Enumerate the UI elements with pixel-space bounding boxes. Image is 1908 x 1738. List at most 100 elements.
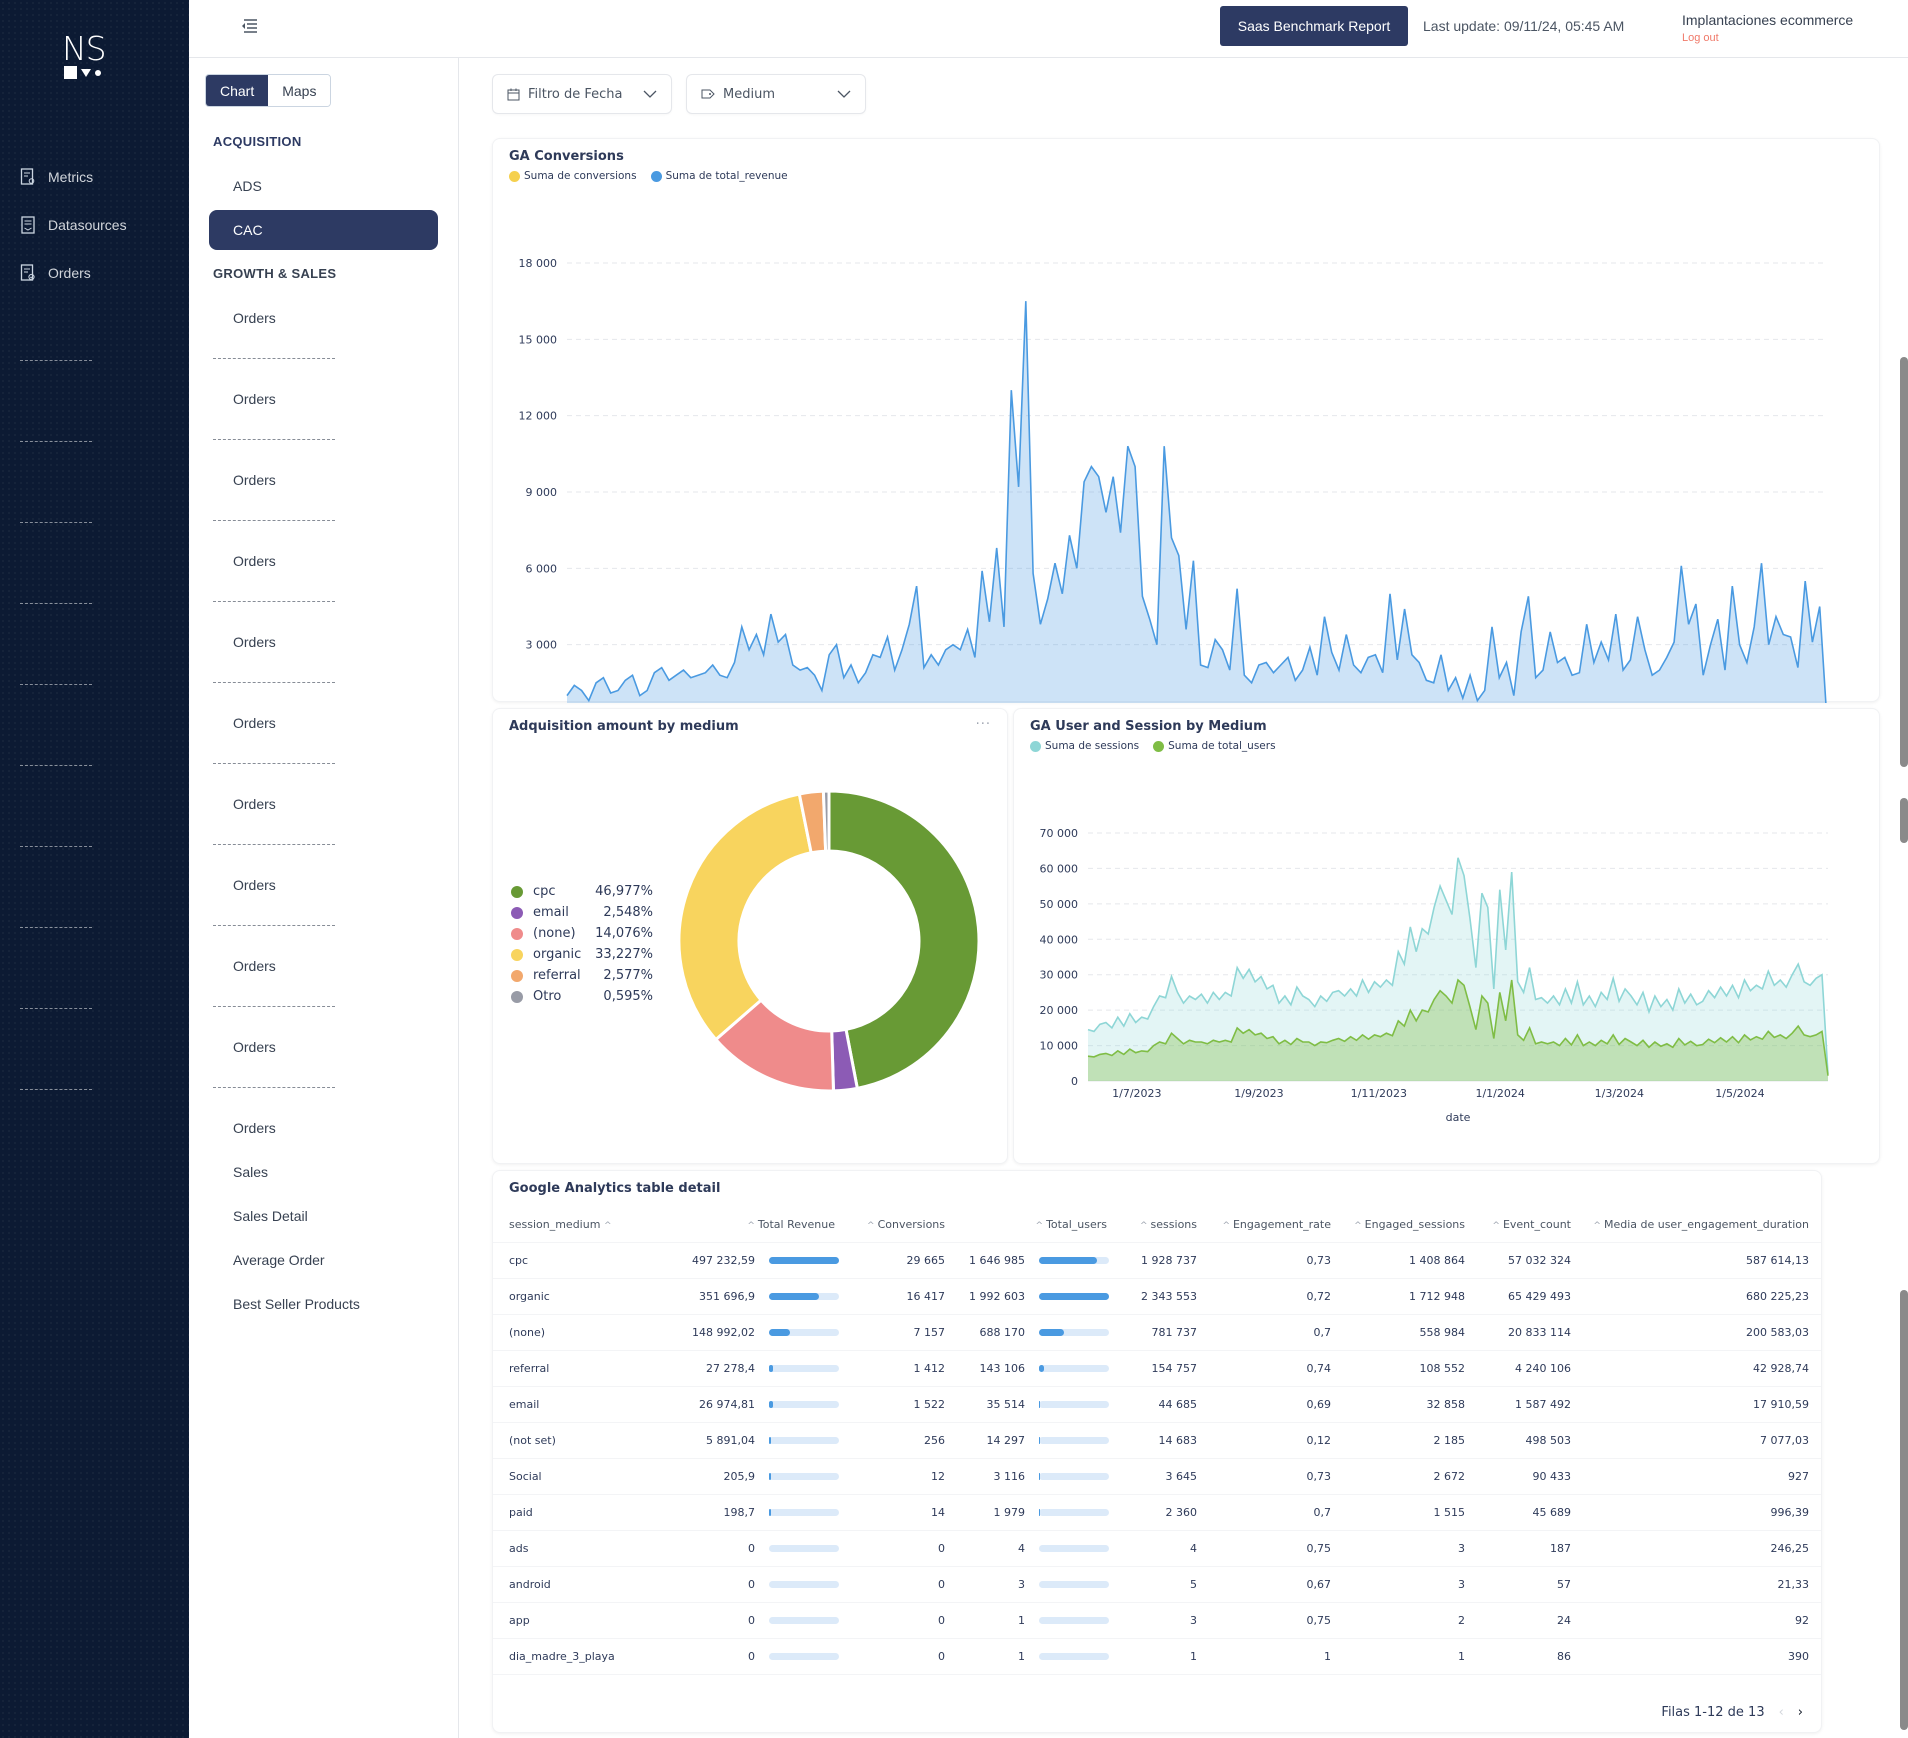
table-row[interactable]: organic 351 696,9 16 417 1 992 603 2 343 553…	[493, 1279, 1821, 1315]
subnav-item-orders[interactable]: Orders	[233, 1120, 276, 1136]
subnav-item-orders[interactable]: Orders	[233, 553, 276, 569]
clipped-section-heading	[213, 925, 335, 928]
y-tick-label: 15 000	[519, 333, 558, 346]
y-tick-label: 12 000	[519, 410, 558, 423]
column-header-total-users[interactable]: ^ Total_users	[949, 1218, 1111, 1231]
cell-sessions: 3 645	[1165, 1470, 1198, 1483]
users-bar-fill	[1039, 1401, 1041, 1408]
cell-event-count: 45 689	[1532, 1506, 1572, 1519]
collapse-menu-icon[interactable]	[239, 17, 259, 35]
revenue-bar-fill	[769, 1473, 772, 1480]
column-header-event-count[interactable]: ^ Event_count	[1469, 1218, 1575, 1231]
subnav-item-orders[interactable]: Orders	[233, 1039, 276, 1055]
users-bar-track	[1039, 1401, 1109, 1408]
subnav-item-orders[interactable]: Orders	[233, 634, 276, 650]
cell-total-revenue: 27 278,4	[706, 1362, 755, 1375]
adquisition-donut-chart[interactable]	[493, 709, 1009, 1165]
last-update-text: Last update: 09/11/24, 05:45 AM	[1423, 18, 1625, 34]
table-row[interactable]: Social 205,9 12 3 116 3 645 0,73 2 672 90 433 92…	[493, 1459, 1821, 1495]
table-row[interactable]: (none) 148 992,02 7 157 688 170 781 737 0,7 55…	[493, 1315, 1821, 1351]
nav-item-orders[interactable]: Orders	[20, 264, 91, 282]
previous-page-button[interactable]: ‹	[1779, 1705, 1784, 1720]
nav-item-label: Orders	[48, 265, 91, 281]
cell-total-revenue: 0	[748, 1578, 755, 1591]
nav-item-datasources[interactable]: Datasources	[20, 216, 127, 234]
cell-total-users: 688 170	[979, 1326, 1026, 1339]
table-row[interactable]: cpc 497 232,59 29 665 1 646 985 1 928 737 0,7…	[493, 1243, 1821, 1279]
subnav-item-orders[interactable]: Orders	[233, 958, 276, 974]
cell-users-bar	[1029, 1293, 1111, 1300]
logout-link[interactable]: Log out	[1682, 32, 1719, 44]
saas-benchmark-report-button[interactable]: Saas Benchmark Report	[1220, 6, 1408, 46]
cell-engagement-rate: 0,72	[1306, 1290, 1332, 1303]
ga-user-session-card: GA User and Session by Medium Suma de se…	[1013, 708, 1880, 1164]
nav-item-label: Datasources	[48, 217, 127, 233]
table-row[interactable]: android 0 0 3 5 0,67 3 57 21,33	[493, 1567, 1821, 1603]
column-label: Total_users	[1046, 1218, 1107, 1231]
nav-item-label: Metrics	[48, 169, 94, 185]
subnav-item-cac[interactable]: CAC	[209, 210, 438, 250]
subnav-item-orders[interactable]: Orders	[233, 715, 276, 731]
cell-sessions: 1 928 737	[1141, 1254, 1197, 1267]
table-row[interactable]: paid 198,7 14 1 979 2 360 0,7 1 515 45 689 996,3…	[493, 1495, 1821, 1531]
table-row[interactable]: ads 0 0 4 4 0,75 3 187 246,25	[493, 1531, 1821, 1567]
revenue-bar-fill	[769, 1365, 773, 1372]
sort-icon: ^	[747, 1221, 755, 1231]
table-row[interactable]: app 0 0 1 3 0,75 2 24 92	[493, 1603, 1821, 1639]
cell-total-revenue: 0	[748, 1542, 755, 1555]
clipped-nav-item	[20, 441, 92, 444]
next-page-button[interactable]: ›	[1798, 1705, 1803, 1720]
subnav-item-orders[interactable]: Orders	[233, 310, 276, 326]
ga-conversions-chart[interactable]: 03 0006 0009 00012 00015 00018 0001/7/20…	[493, 139, 1881, 703]
view-toggle: Chart Maps	[205, 74, 332, 107]
cell-session-medium: app	[509, 1614, 530, 1627]
cell-session-medium: paid	[509, 1506, 533, 1519]
column-header-sessions[interactable]: ^ sessions	[1111, 1218, 1201, 1231]
revenue-bar-track	[769, 1473, 839, 1480]
column-header-engagement-rate[interactable]: ^ Engagement_rate	[1201, 1218, 1335, 1231]
column-header-engagement-duration[interactable]: ^ Media de user_engagement_duration	[1575, 1218, 1813, 1231]
ga-user-session-chart[interactable]: 0 10 000 20 000 30 000 40 000 50 000 60 000 70 …	[1014, 709, 1881, 1165]
subnav-item-ads[interactable]: ADS	[233, 178, 262, 194]
table-row[interactable]: (not set) 5 891,04 256 14 297 14 683 0,12 2 18…	[493, 1423, 1821, 1459]
revenue-bar-track	[769, 1617, 839, 1624]
table-scrollbar-thumb[interactable]	[1900, 1290, 1908, 1730]
subnav-item-sales-detail[interactable]: Sales Detail	[233, 1208, 308, 1224]
date-filter-dropdown[interactable]: Filtro de Fecha	[492, 74, 672, 114]
cell-sessions: 154 757	[1151, 1362, 1198, 1375]
subnav-item-sales[interactable]: Sales	[233, 1164, 268, 1180]
table-row[interactable]: email 26 974,81 1 522 35 514 44 685 0,69 32 85…	[493, 1387, 1821, 1423]
tag-icon	[701, 89, 715, 99]
subnav-item-orders[interactable]: Orders	[233, 472, 276, 488]
column-header-media-de[interactable]: ^Media de	[1813, 1218, 1821, 1231]
column-header-session-medium[interactable]: session_medium ^	[493, 1218, 663, 1231]
subnav-item-average-order[interactable]: Average Order	[233, 1252, 325, 1268]
pagination: Filas 1-12 de 13 ‹ ›	[1661, 1705, 1803, 1720]
subnav-item-orders[interactable]: Orders	[233, 796, 276, 812]
column-header-conversions[interactable]: ^ Conversions	[839, 1218, 949, 1231]
users-bar-fill	[1039, 1293, 1109, 1300]
toggle-maps[interactable]: Maps	[268, 75, 331, 106]
page-scrollbar-thumb[interactable]	[1900, 357, 1908, 767]
column-header-total-revenue[interactable]: ^ Total Revenue	[663, 1218, 839, 1231]
subnav-item-best-seller-products[interactable]: Best Seller Products	[233, 1296, 360, 1312]
toggle-chart[interactable]: Chart	[206, 75, 269, 106]
cell-total-users: 1 992 603	[969, 1290, 1025, 1303]
ga-conversions-card: GA Conversions Suma de conversions Suma …	[492, 138, 1881, 703]
nav-item-metrics[interactable]: Metrics	[20, 168, 93, 186]
cell-engagement-duration: 587 614,13	[1746, 1254, 1809, 1267]
table-title: Google Analytics table detail	[509, 1181, 721, 1196]
revenue-bar-fill	[769, 1257, 839, 1264]
revenue-bar-fill	[769, 1437, 772, 1444]
section-heading-acquisition: ACQUISITION	[213, 134, 302, 149]
brand-logo[interactable]: NS	[62, 32, 112, 80]
panel-scrollbar-thumb[interactable]	[1900, 798, 1908, 843]
column-header-engaged-sessions[interactable]: ^ Engaged_sessions	[1335, 1218, 1469, 1231]
table-row[interactable]: dia_madre_3_playa 0 0 1 1 1 1 86 390	[493, 1639, 1821, 1675]
table-row[interactable]: referral 27 278,4 1 412 143 106 154 757 0,74 1…	[493, 1351, 1821, 1387]
cell-event-count: 57	[1557, 1578, 1571, 1591]
subnav-item-orders[interactable]: Orders	[233, 877, 276, 893]
medium-filter-dropdown[interactable]: Medium	[686, 74, 866, 114]
subnav-item-orders[interactable]: Orders	[233, 391, 276, 407]
users-bar-fill	[1039, 1437, 1041, 1444]
